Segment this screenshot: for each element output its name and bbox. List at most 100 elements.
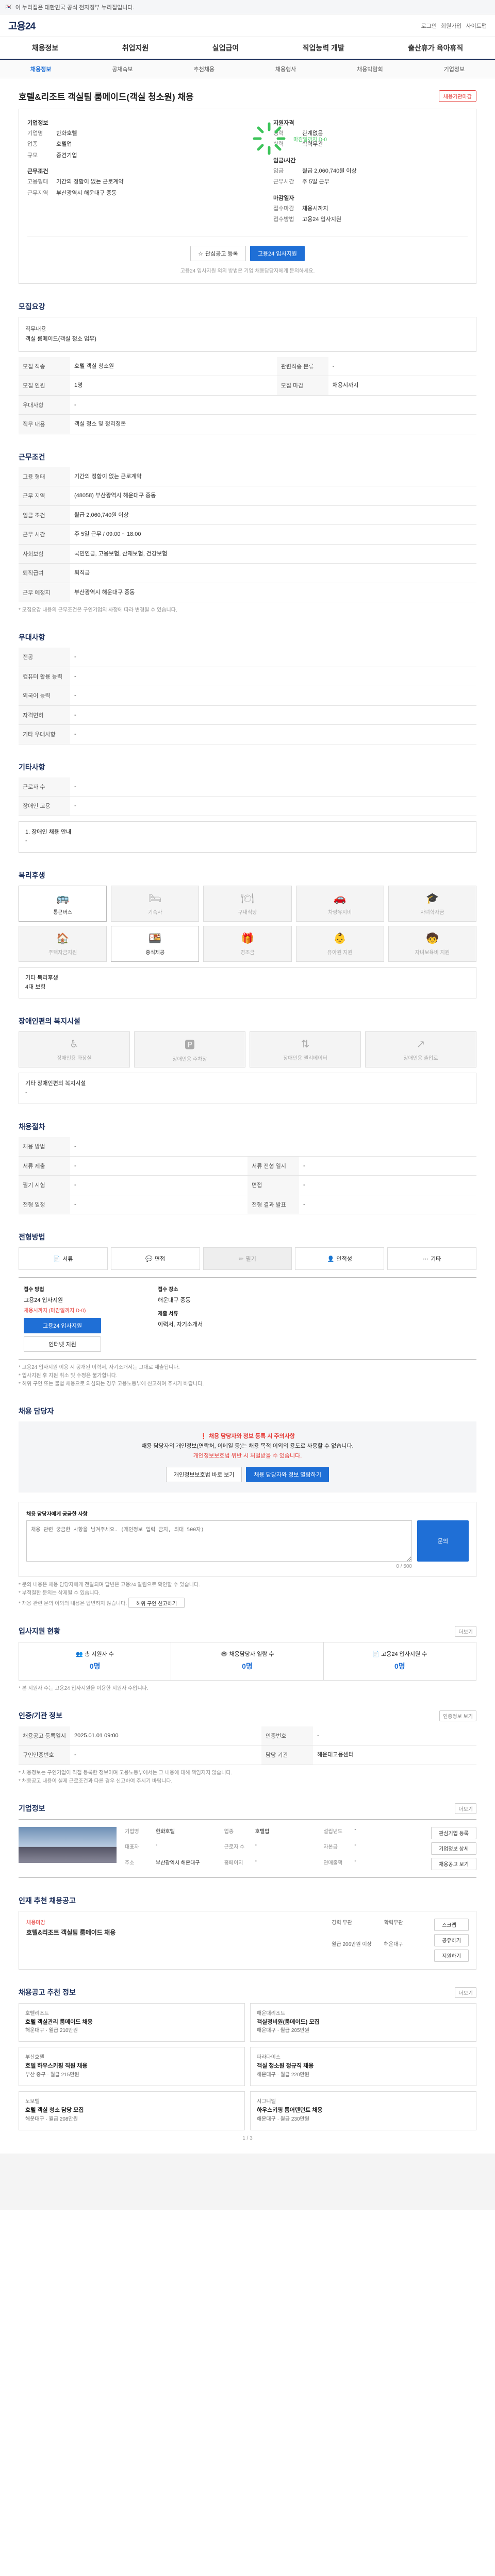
- cert-button[interactable]: 인증정보 보기: [439, 1710, 476, 1721]
- comp-value: -: [354, 1826, 356, 1833]
- company-detail-button[interactable]: 기업정보 상세: [431, 1842, 476, 1855]
- row-key: 장애인 고용: [19, 796, 70, 816]
- apply-method-head: 접수 방법: [24, 1287, 44, 1293]
- status-more-button[interactable]: 더보기: [455, 1625, 476, 1637]
- disabled-etc-box: 기타 장애인편의 복지시설 -: [19, 1073, 476, 1105]
- alert-icon: ❗: [200, 1433, 207, 1440]
- nav-skill-development[interactable]: 직업능력 개발: [303, 43, 344, 53]
- subnav-news[interactable]: 공채속보: [112, 65, 133, 73]
- tile-company: 호텔리조트: [25, 2010, 49, 2016]
- row-key: 전형 일정: [19, 1195, 70, 1215]
- gov-notice-text: 이 누리집은 대한민국 공식 전자정부 누리집입니다.: [15, 4, 135, 11]
- comp-value: -: [255, 1858, 257, 1865]
- table-row: 컴퓨터 활용 능력 -: [19, 667, 476, 687]
- doc-icon: 📄: [372, 1651, 380, 1657]
- tab-interview[interactable]: 💬 면접: [110, 1247, 200, 1270]
- status-value: 0명: [89, 1662, 101, 1670]
- subnav-fair[interactable]: 채용박람회: [357, 65, 383, 73]
- doc-icon: 📄: [53, 1256, 61, 1262]
- other-meta: 학력무관: [384, 1920, 403, 1926]
- tile-meta: 해운대구 · 월급 230만원: [257, 2116, 309, 2122]
- flag-icon: 🇰🇷: [5, 4, 12, 10]
- company-more-button[interactable]: 더보기: [455, 1803, 476, 1814]
- table-row: 모집 인원 1명 모집 마감 채용시까지: [19, 376, 476, 396]
- scrap-button[interactable]: ☆ 관심공고 등록: [190, 246, 246, 262]
- reg-table: 채용공고 등록일시 2025.01.01 09:00 인증번호 - 구인인증번호 - 담당…: [19, 1726, 476, 1765]
- list-item[interactable]: 시그니엘 하우스키핑 룸어텐던트 채용 해운대구 · 월급 230만원: [250, 2091, 476, 2130]
- other-job-title[interactable]: 호텔&리조트 객실팀 룸메이드 채용: [26, 1927, 321, 1938]
- row-value: -: [299, 1195, 476, 1215]
- kv-key: 업종: [27, 141, 38, 148]
- table-row: 구인인증번호 - 담당 기관 해운대고용센터: [19, 1745, 476, 1765]
- table-row: 임금 조건 월급 2,060,740원 이상: [19, 505, 476, 526]
- other-scrap-button[interactable]: 스크랩: [434, 1918, 469, 1931]
- subnav-jobs[interactable]: 채용정보: [30, 65, 51, 73]
- screening-tabs: 📄 서류 💬 면접 ✏ 필기 👤 인적성 ⋯ 기타: [19, 1247, 476, 1270]
- other-meta: 경력 무관: [332, 1920, 352, 1926]
- apply-button-2[interactable]: 고용24 입사지원: [24, 1318, 101, 1334]
- nav-unemployment-benefit[interactable]: 실업급여: [212, 43, 239, 53]
- tab-etc[interactable]: ⋯ 기타: [387, 1247, 476, 1270]
- kv-key: 기업명: [27, 130, 43, 137]
- login-link[interactable]: 로그인: [421, 22, 437, 30]
- sitemap-link[interactable]: 사이트맵: [466, 22, 487, 30]
- other-meta: 해운대구: [384, 1941, 403, 1947]
- tile-company: 노보텔: [25, 2099, 40, 2105]
- fav-company-button[interactable]: 관심기업 등록: [431, 1826, 476, 1839]
- tile-meta: 해운대구 · 월급 208만원: [25, 2116, 78, 2122]
- note-line: * 허위 구인 또는 불법 채용으로 의심되는 경우 고용노동부에 신고하여 주…: [19, 1381, 204, 1387]
- row-key: 근무 시간: [19, 524, 70, 545]
- table-row: 전공 -: [19, 648, 476, 667]
- comp-value: -: [156, 1842, 158, 1849]
- apply-button[interactable]: 고용24 입사지원: [250, 246, 305, 262]
- star-icon: ☆: [198, 250, 204, 257]
- inquiry-textarea[interactable]: [26, 1520, 412, 1562]
- list-item[interactable]: 부산호텔 호텔 하우스키핑 직원 채용 부산 중구 · 월급 215만원: [19, 2047, 245, 2087]
- privacy-law-button[interactable]: 개인정보보호법 바로 보기: [166, 1467, 242, 1483]
- nav-parental-leave[interactable]: 출산휴가 육아휴직: [408, 43, 463, 53]
- tile-meta: 해운대구 · 월급 210만원: [25, 2028, 78, 2034]
- row-value: -: [70, 724, 476, 744]
- subnav-company[interactable]: 기업정보: [444, 65, 465, 73]
- tab-aptitude[interactable]: 👤 인적성: [295, 1247, 385, 1270]
- company-jobs-button[interactable]: 채용공고 보기: [431, 1857, 476, 1870]
- chat-icon: 💬: [145, 1256, 153, 1262]
- other-share-button[interactable]: 공유하기: [434, 1934, 469, 1946]
- kv-value: 고용24 입사지원: [302, 216, 342, 223]
- table-row: 필기 시험 - 면접 -: [19, 1175, 476, 1195]
- nav-employment-support[interactable]: 취업지원: [122, 43, 149, 53]
- site-logo[interactable]: 고용24: [8, 19, 36, 32]
- internet-apply-button[interactable]: 인터넷 지원: [24, 1336, 101, 1352]
- other-apply-button[interactable]: 지원하기: [434, 1949, 469, 1962]
- inquiry-submit-button[interactable]: 문의: [417, 1520, 469, 1562]
- welfare-card: 🎓 자녀학자금: [388, 885, 476, 922]
- row-value: -: [70, 796, 476, 816]
- status-value: 0명: [242, 1662, 253, 1670]
- comp-key: 홈페이지: [224, 1860, 243, 1867]
- row-value: (48058) 부산광역시 해운대구 중동: [70, 486, 476, 506]
- meal-icon: 🍽: [241, 892, 254, 904]
- signup-link[interactable]: 회원가입: [441, 22, 461, 30]
- rec-more-button[interactable]: 더보기: [455, 1987, 476, 1998]
- disabled-card: 🅿 장애인용 주차장: [134, 1031, 245, 1068]
- row-key: 필기 시험: [19, 1175, 70, 1195]
- nav-jobs[interactable]: 채용정보: [32, 43, 59, 53]
- report-button[interactable]: 허위 구인 신고하기: [128, 1598, 185, 1608]
- subnav-events[interactable]: 채용행사: [275, 65, 296, 73]
- list-item[interactable]: 호텔리조트 호텔 객실관리 룸메이드 채용 해운대구 · 월급 210만원: [19, 2003, 245, 2042]
- row-key: 모집 마감: [276, 376, 328, 396]
- tab-label: 서류: [62, 1256, 73, 1263]
- elevator-icon: ⇅: [301, 1039, 310, 1050]
- subnav-recommended[interactable]: 추천채용: [194, 65, 214, 73]
- kv-value: 중견기업: [56, 152, 77, 159]
- welfare-label: 주택자금지원: [48, 950, 77, 956]
- wage-head: 임금/시간: [273, 157, 296, 164]
- rec-pager[interactable]: 1 / 3: [19, 2136, 476, 2141]
- view-manager-button[interactable]: 채용 담당자와 정보 열람하기: [246, 1467, 329, 1483]
- list-item[interactable]: 노보텔 호텔 객실 청소 담당 모집 해운대구 · 월급 208만원: [19, 2091, 245, 2130]
- tab-written[interactable]: ✏ 필기: [203, 1247, 292, 1270]
- apply-status: 👥 총 지원자 수 0명 👁 채용담당자 열람 수 0명 📄 고용24 입사지원 수…: [19, 1641, 476, 1681]
- list-item[interactable]: 파라다이스 객실 청소원 정규직 채용 해운대구 · 월급 220만원: [250, 2047, 476, 2087]
- list-item[interactable]: 해운대리조트 객실정비원(룸메이드) 모집 해운대구 · 월급 205만원: [250, 2003, 476, 2042]
- tab-docs[interactable]: 📄 서류: [19, 1247, 108, 1270]
